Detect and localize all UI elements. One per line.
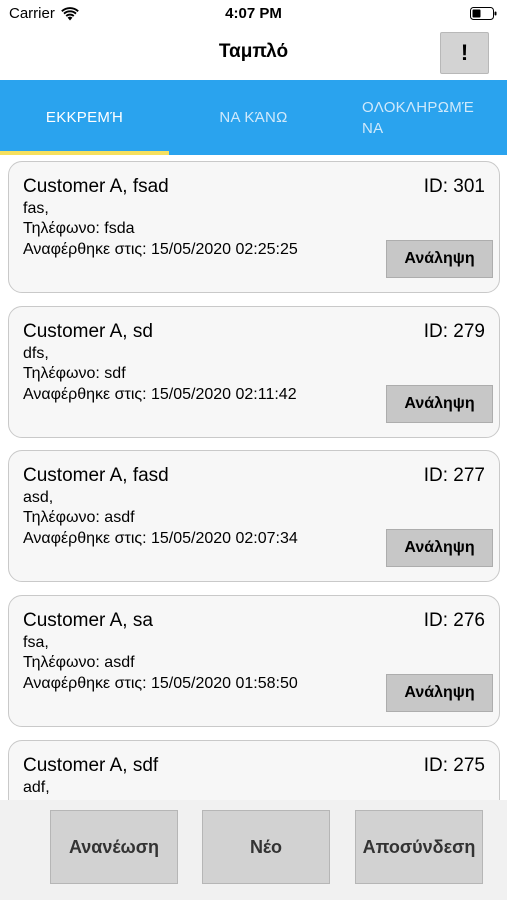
phone-text: Τηλέφωνο: asdf <box>23 509 135 526</box>
list-item[interactable]: Customer A, sd ID: 279 dfs, Τηλέφωνο: sd… <box>8 306 500 438</box>
customer-name: Customer A, sdf <box>23 755 159 776</box>
phone-text: Τηλέφωνο: fsda <box>23 220 135 237</box>
status-time: 4:07 PM <box>225 5 282 22</box>
tab-todo[interactable]: ΝΑ ΚΆΝΩ <box>169 80 338 155</box>
ticket-detail: fsa, <box>23 634 49 651</box>
tab-todo-label: ΝΑ ΚΆΝΩ <box>219 109 288 126</box>
reported-date: Αναφέρθηκε στις: 15/05/2020 02:07:34 <box>23 530 298 547</box>
navigation-bar: Ταμπλό ! <box>0 28 507 80</box>
status-bar: Carrier 4:07 PM <box>0 0 507 28</box>
tab-pending-label: ΕΚΚΡΕΜΉ <box>45 109 124 126</box>
ticket-id: ID: 279 <box>423 321 485 342</box>
phone-text: Τηλέφωνο: asdf <box>23 654 135 671</box>
list-item[interactable]: Customer A, fsad ID: 301 fas, Τηλέφωνο: … <box>8 161 500 293</box>
reported-date: Αναφέρθηκε στις: 15/05/2020 02:11:42 <box>23 386 297 403</box>
bottom-toolbar: Ανανέωση Νέο Αποσύνδεση <box>0 800 507 900</box>
customer-name: Customer A, sa <box>23 610 153 631</box>
phone-text: Τηλέφωνο: sdf <box>23 365 126 382</box>
page-title: Ταμπλό <box>218 41 289 62</box>
ticket-id: ID: 275 <box>423 755 485 776</box>
tab-pending[interactable]: ΕΚΚΡΕΜΉ <box>0 80 169 155</box>
customer-name: Customer A, fasd <box>23 465 169 486</box>
list-item[interactable]: Customer A, sdf ID: 275 adf, <box>8 740 500 800</box>
logout-button[interactable]: Αποσύνδεση <box>355 810 483 884</box>
battery-icon <box>470 7 497 20</box>
exclamation-icon: ! <box>460 40 469 65</box>
reported-date: Αναφέρθηκε στις: 15/05/2020 02:25:25 <box>23 241 298 258</box>
new-button[interactable]: Νέο <box>202 810 330 884</box>
customer-name: Customer A, fsad <box>23 176 169 197</box>
ticket-list[interactable]: Customer A, fsad ID: 301 fas, Τηλέφωνο: … <box>0 155 507 800</box>
tab-completed-label: ΟΛΟΚΛΗΡΩΜΈ ΝΑ <box>362 98 475 137</box>
list-item[interactable]: Customer A, sa ID: 276 fsa, Τηλέφωνο: as… <box>8 595 500 727</box>
ticket-detail: dfs, <box>23 345 49 362</box>
tab-bar: ΕΚΚΡΕΜΉ ΝΑ ΚΆΝΩ ΟΛΟΚΛΗΡΩΜΈ ΝΑ <box>0 80 507 155</box>
claim-button[interactable]: Ανάληψη <box>386 240 493 278</box>
customer-name: Customer A, sd <box>23 321 153 342</box>
tab-completed[interactable]: ΟΛΟΚΛΗΡΩΜΈ ΝΑ <box>338 80 507 155</box>
refresh-button[interactable]: Ανανέωση <box>50 810 178 884</box>
claim-button[interactable]: Ανάληψη <box>386 674 493 712</box>
alert-button[interactable]: ! <box>440 32 489 74</box>
ticket-detail: adf, <box>23 779 50 796</box>
ticket-id: ID: 301 <box>423 176 485 197</box>
ticket-id: ID: 276 <box>423 610 485 631</box>
ticket-id: ID: 277 <box>423 465 485 486</box>
claim-button[interactable]: Ανάληψη <box>386 385 493 423</box>
claim-button[interactable]: Ανάληψη <box>386 529 493 567</box>
list-item[interactable]: Customer A, fasd ID: 277 asd, Τηλέφωνο: … <box>8 450 500 582</box>
ticket-detail: fas, <box>23 200 49 217</box>
ticket-detail: asd, <box>23 489 54 506</box>
reported-date: Αναφέρθηκε στις: 15/05/2020 01:58:50 <box>23 675 298 692</box>
